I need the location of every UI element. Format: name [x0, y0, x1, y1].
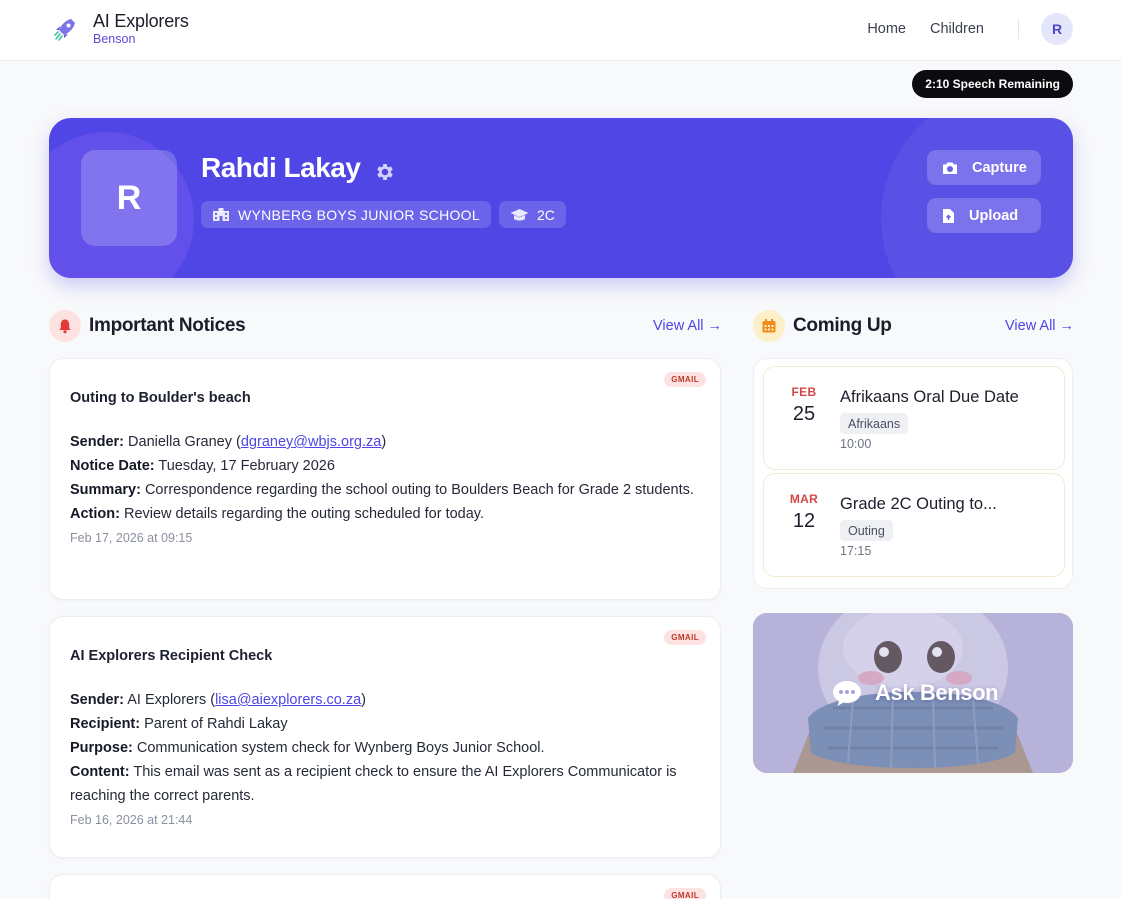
notice-sender: Sender: Daniella Graney (dgraney@wbjs.or…: [70, 434, 387, 450]
notice-action: Action: Review details regarding the out…: [70, 506, 485, 522]
grade-chip: 2C: [499, 201, 566, 228]
event-month: FEB: [791, 385, 817, 399]
speech-remaining-badge: 2:10 Speech Remaining: [912, 70, 1073, 98]
coming-up-header: Coming Up: [753, 310, 892, 342]
event-time: 17:15: [840, 544, 872, 558]
event-month: MAR: [789, 492, 819, 506]
capture-button[interactable]: Capture: [927, 150, 1041, 185]
notice-summary: Summary: Correspondence regarding the sc…: [70, 482, 694, 498]
notice-timestamp: Feb 17, 2026 at 09:15: [70, 531, 193, 545]
top-nav: Home Children R: [867, 13, 1073, 45]
events-card: FEB 25 Afrikaans Oral Due Date Afrikaans…: [753, 358, 1073, 589]
nav-home[interactable]: Home: [867, 21, 906, 37]
child-name: Rahdi Lakay: [201, 152, 361, 183]
chat-bubble-icon: [833, 681, 861, 706]
capture-label: Capture: [972, 159, 1027, 176]
event-tag: Outing: [840, 520, 893, 541]
event-item[interactable]: FEB 25 Afrikaans Oral Due Date Afrikaans…: [763, 366, 1065, 470]
bell-icon: [49, 310, 81, 342]
event-title: Afrikaans Oral Due Date: [840, 388, 1019, 406]
sender-email-link[interactable]: lisa@aiexplorers.co.za: [215, 692, 361, 708]
notice-recipient: Recipient: Parent of Rahdi Lakay: [70, 716, 288, 732]
gear-icon[interactable]: [374, 161, 396, 183]
rocket-icon: [54, 18, 75, 41]
notice-card[interactable]: GMAIL: [49, 874, 721, 899]
file-upload-icon: [943, 208, 954, 223]
event-tag: Afrikaans: [840, 413, 909, 434]
coming-up-title: Coming Up: [793, 315, 892, 336]
event-item[interactable]: MAR 12 Grade 2C Outing to... Outing 17:1…: [763, 473, 1065, 577]
notice-card[interactable]: GMAIL Outing to Boulder's beach Sender: …: [49, 358, 721, 600]
upload-button[interactable]: Upload: [927, 198, 1041, 233]
ask-benson-button[interactable]: Ask Benson: [753, 613, 1073, 773]
notice-timestamp: Feb 16, 2026 at 21:44: [70, 813, 193, 827]
event-day: 25: [792, 403, 816, 425]
brand[interactable]: AI Explorers Benson: [52, 12, 189, 46]
notice-card[interactable]: GMAIL AI Explorers Recipient Check Sende…: [49, 616, 721, 858]
notice-title: AI Explorers Recipient Check: [70, 648, 273, 664]
ask-benson-label: Ask Benson: [831, 679, 999, 707]
user-avatar[interactable]: R: [1041, 13, 1073, 45]
event-day: 12: [792, 510, 816, 532]
gmail-badge: GMAIL: [664, 888, 706, 899]
notices-view-all-link[interactable]: View All →: [653, 318, 722, 334]
school-name: WYNBERG BOYS JUNIOR SCHOOL: [238, 206, 480, 223]
school-icon: [213, 208, 229, 221]
notice-sender: Sender: AI Explorers (lisa@aiexplorers.c…: [70, 692, 366, 708]
ask-benson-text: Ask Benson: [875, 680, 999, 705]
calendar-icon: [753, 310, 785, 342]
notice-date: Notice Date: Tuesday, 17 February 2026: [70, 458, 335, 474]
gmail-badge: GMAIL: [664, 630, 706, 645]
notice-purpose: Purpose: Communication system check for …: [70, 740, 545, 756]
top-bar: AI Explorers Benson Home Children R: [0, 0, 1121, 61]
child-avatar: R: [81, 150, 177, 246]
child-profile-card: R Rahdi Lakay WYNBERG BOYS JUNIOR SCHOOL…: [49, 118, 1073, 278]
brand-subtitle: Benson: [93, 32, 136, 46]
upload-label: Upload: [969, 207, 1019, 224]
notice-content: Content: This email was sent as a recipi…: [70, 764, 677, 804]
notices-title: Important Notices: [89, 315, 246, 336]
gmail-badge: GMAIL: [664, 372, 706, 387]
sender-email-link[interactable]: dgraney@wbjs.org.za: [241, 434, 381, 450]
event-time: 10:00: [840, 437, 872, 451]
events-view-all-link[interactable]: View All →: [1005, 318, 1074, 334]
nav-divider: [1018, 19, 1019, 39]
nav-children[interactable]: Children: [930, 21, 984, 37]
graduation-cap-icon: [510, 208, 529, 220]
grade-label: 2C: [537, 206, 555, 223]
event-title: Grade 2C Outing to...: [840, 495, 997, 513]
school-chip: WYNBERG BOYS JUNIOR SCHOOL: [201, 201, 491, 228]
brand-title: AI Explorers: [93, 11, 189, 31]
notices-header: Important Notices: [49, 310, 246, 342]
notice-title: Outing to Boulder's beach: [70, 390, 251, 406]
camera-icon: [943, 162, 957, 174]
